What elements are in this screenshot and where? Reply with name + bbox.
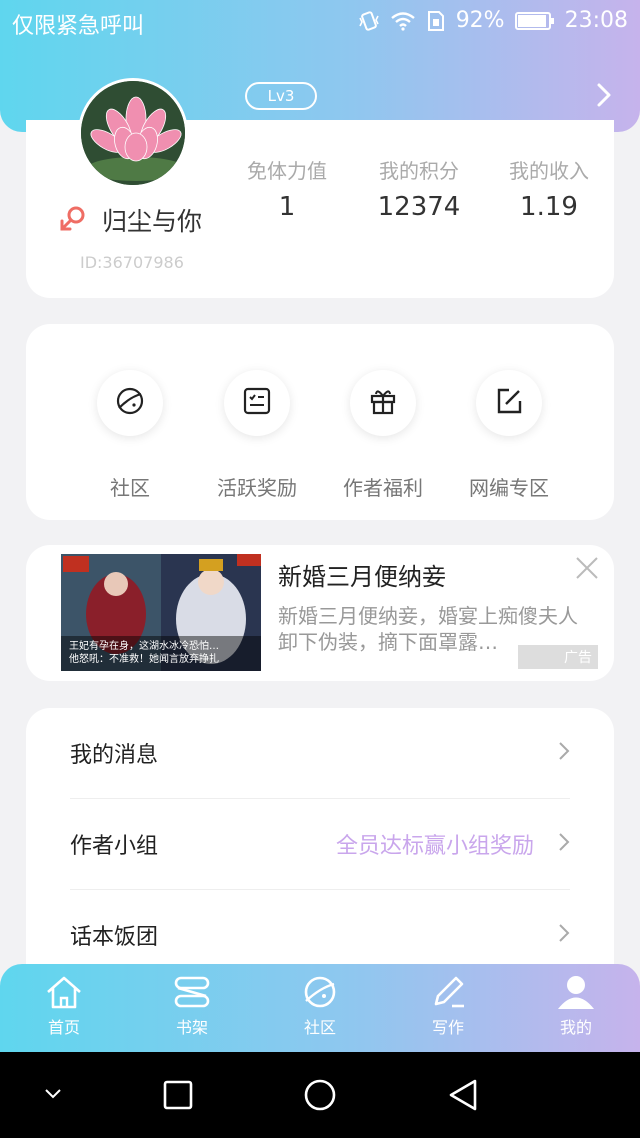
shortcut-editor-zone[interactable]: 网编专区 (446, 370, 572, 501)
close-icon[interactable] (574, 555, 600, 585)
ad-title: 新婚三月便纳妾 (278, 563, 446, 591)
chevron-right-icon[interactable] (596, 82, 612, 112)
tab-write[interactable]: 写作 (403, 974, 493, 1038)
shortcut-community[interactable]: 社区 (67, 370, 193, 501)
wifi-icon (390, 11, 416, 31)
shortcut-label: 活跃奖励 (217, 476, 297, 500)
chevron-right-icon (558, 832, 570, 856)
tab-home[interactable]: 首页 (19, 974, 109, 1038)
chevron-down-icon[interactable] (42, 1086, 64, 1105)
tab-label: 首页 (47, 1018, 80, 1037)
home-icon (19, 974, 109, 1010)
ad-image[interactable]: 王妃有孕在身，这湖水冰冷恐怕… 他怒吼：不准救！她闻言放弃挣扎 (61, 554, 261, 671)
bookshelf-icon (147, 974, 237, 1010)
stat-income[interactable]: 我的收入 1.19 (489, 155, 609, 222)
chevron-right-icon (558, 923, 570, 947)
tab-me[interactable]: 我的 (531, 974, 621, 1038)
tab-label: 写作 (431, 1018, 464, 1037)
stat-label: 我的收入 (509, 159, 589, 183)
pen-icon (403, 974, 493, 1010)
ad-image-caption: 王妃有孕在身，这湖水冰冷恐怕… (69, 641, 219, 652)
shortcut-activity-reward[interactable]: 活跃奖励 (194, 370, 320, 501)
menu-list: 我的消息 作者小组 全员达标赢小组奖励 话本饭团 (26, 708, 614, 978)
edit-icon (493, 385, 525, 421)
male-symbol-icon (58, 203, 88, 237)
system-nav-bar (0, 1052, 640, 1138)
gift-icon (367, 385, 399, 421)
tab-community[interactable]: 社区 (275, 974, 365, 1038)
stat-points[interactable]: 我的积分 12374 (359, 155, 479, 222)
back-icon[interactable] (447, 1078, 479, 1116)
user-id: ID:36707986 (80, 253, 184, 272)
stat-value: 1 (278, 192, 296, 222)
ad-banner[interactable]: 王妃有孕在身，这湖水冰冷恐怕… 他怒吼：不准救！她闻言放弃挣扎 新婚三月便纳妾 … (26, 545, 614, 681)
menu-item-label: 话本饭团 (70, 925, 159, 950)
stat-value: 1.19 (520, 192, 578, 222)
carrier-text: 仅限紧急呼叫 (12, 14, 145, 39)
home-button-icon[interactable] (304, 1079, 336, 1115)
tab-label: 我的 (559, 1018, 592, 1037)
stat-label: 免体力值 (247, 159, 327, 183)
shortcut-label: 社区 (110, 476, 150, 500)
planet-icon (114, 385, 146, 421)
username-row: 归尘与你 (58, 202, 202, 238)
avatar[interactable] (78, 78, 188, 188)
status-bar: 仅限紧急呼叫 92% 23:08 (0, 0, 640, 46)
tab-bookshelf[interactable]: 书架 (147, 974, 237, 1038)
tab-label: 社区 (303, 1018, 336, 1037)
bottom-tab-bar: 首页 书架 社区 写作 我的 (0, 964, 640, 1052)
ad-image-caption: 他怒吼：不准救！她闻言放弃挣扎 (69, 654, 219, 665)
menu-item-messages[interactable]: 我的消息 (70, 708, 570, 798)
person-icon (531, 974, 621, 1010)
stat-label: 我的积分 (379, 159, 459, 183)
ad-label: 广告 (518, 645, 598, 669)
checklist-icon (241, 385, 273, 421)
shortcut-grid: 社区 活跃奖励 作者福利 网编专区 (26, 324, 614, 520)
recent-apps-icon[interactable] (163, 1080, 193, 1114)
menu-item-author-group[interactable]: 作者小组 全员达标赢小组奖励 (70, 799, 570, 889)
stat-stamina[interactable]: 免体力值 1 (227, 155, 347, 222)
tab-label: 书架 (175, 1018, 208, 1037)
battery-percent: 92% (455, 8, 505, 33)
chevron-right-icon (558, 741, 570, 765)
sim-icon (426, 10, 446, 32)
menu-item-label: 作者小组 (70, 834, 159, 859)
level-badge[interactable]: Lv3 (245, 82, 317, 110)
stat-value: 12374 (377, 192, 461, 222)
shortcut-label: 网编专区 (469, 476, 549, 500)
shortcut-label: 作者福利 (343, 476, 423, 500)
shortcut-author-welfare[interactable]: 作者福利 (320, 370, 446, 501)
vibrate-icon (358, 10, 380, 32)
menu-item-hint: 全员达标赢小组奖励 (335, 834, 534, 859)
planet-icon (275, 974, 365, 1010)
menu-item-label: 我的消息 (70, 743, 159, 768)
username: 归尘与你 (102, 207, 203, 236)
clock: 23:08 (564, 8, 628, 33)
battery-icon (514, 11, 555, 31)
